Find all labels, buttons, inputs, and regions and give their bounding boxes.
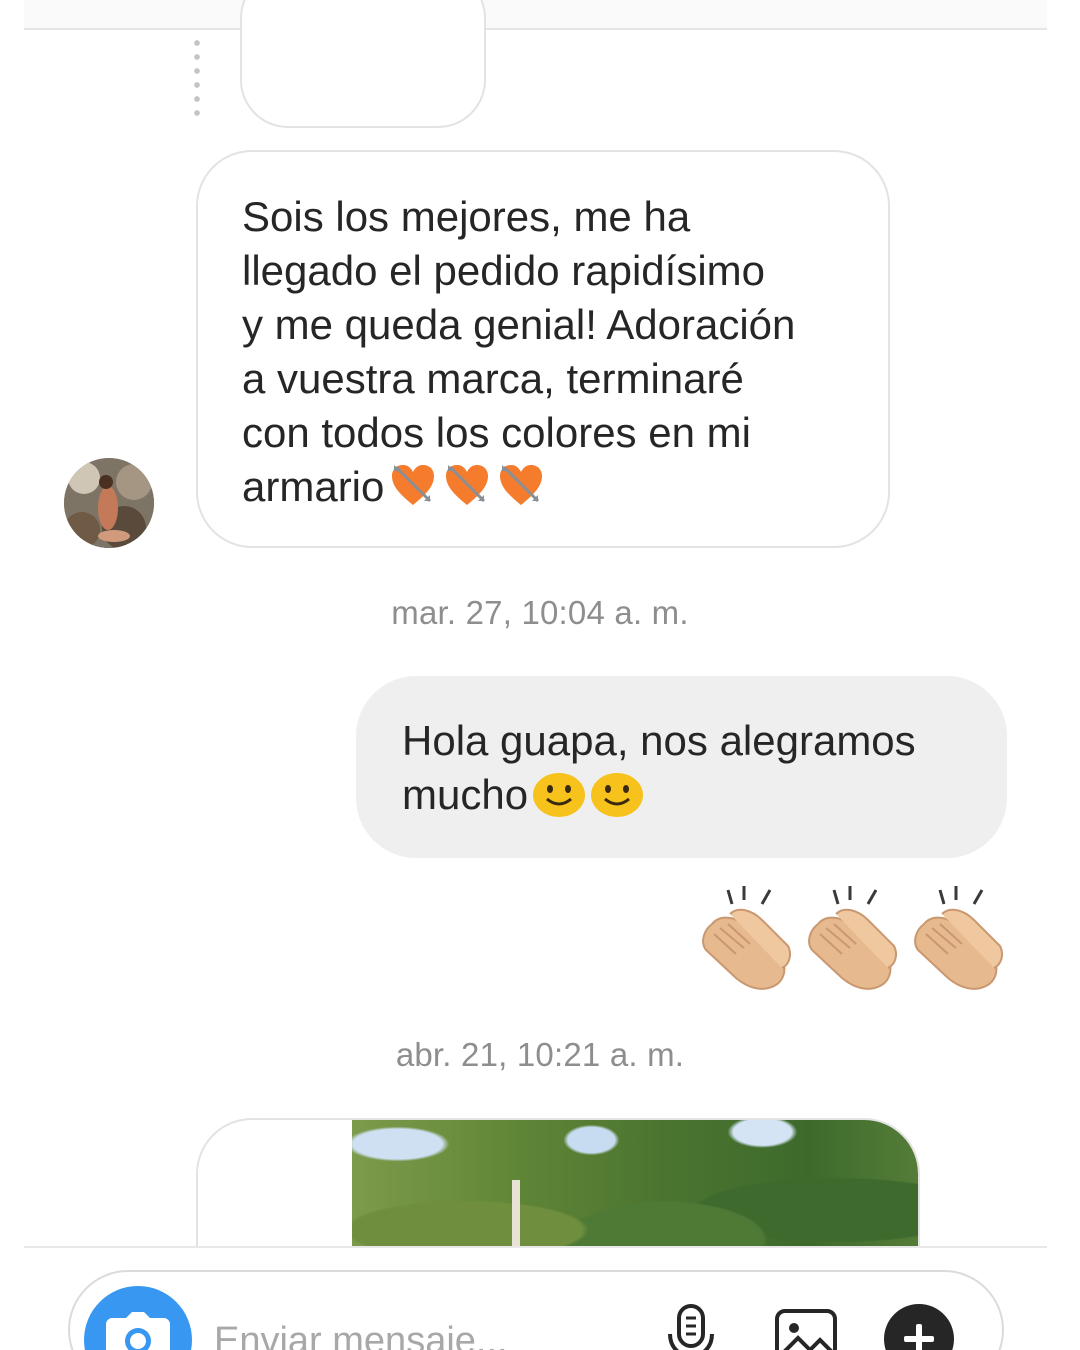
outgoing-message-text: Hola guapa, nos alegramos mucho — [402, 714, 977, 830]
timestamp-divider: mar. 27, 10:04 a. m. — [391, 594, 689, 631]
previous-message-bubble[interactable] — [240, 0, 486, 128]
incoming-message-text: Sois los mejores, me ha llegado el pedid… — [242, 190, 858, 522]
outgoing-message-body: Hola guapa, nos alegramos mucho — [402, 717, 916, 818]
smiling-face-icon — [590, 769, 644, 830]
clapping-hands-icon — [808, 886, 897, 990]
microphone-icon[interactable] — [664, 1304, 718, 1350]
clapping-hands-icon — [702, 886, 791, 990]
smiling-face-icon — [532, 769, 586, 830]
message-input[interactable] — [214, 1316, 634, 1350]
incoming-message-bubble[interactable]: Sois los mejores, me ha llegado el pedid… — [196, 150, 890, 548]
thread-connector-dots — [194, 36, 200, 124]
image-icon[interactable] — [774, 1308, 838, 1350]
sender-avatar[interactable] — [64, 458, 154, 548]
dm-thread-screen: Sois los mejores, me ha llegado el pedid… — [0, 0, 1080, 1350]
top-header-edge — [24, 0, 1047, 30]
clapping-hands-icon — [914, 886, 1003, 990]
timestamp-divider: abr. 21, 10:21 a. m. — [395, 1036, 685, 1073]
outgoing-emoji-message[interactable] — [690, 884, 1010, 994]
heart-with-arrow-icon — [388, 461, 438, 522]
camera-icon — [106, 1312, 170, 1350]
heart-with-arrow-icon — [496, 461, 546, 522]
heart-with-arrow-icon — [442, 461, 492, 522]
outgoing-message-bubble[interactable]: Hola guapa, nos alegramos mucho — [356, 676, 1007, 858]
